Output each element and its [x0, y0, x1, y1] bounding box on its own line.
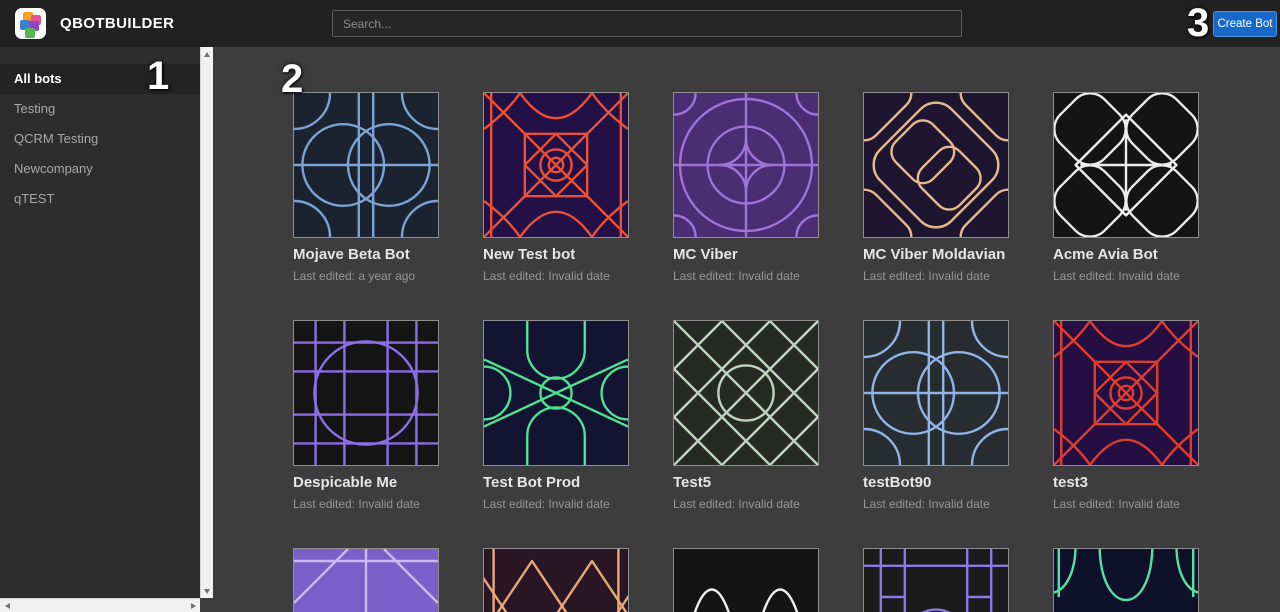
- sidebar-item-newcompany[interactable]: Newcompany: [0, 154, 200, 184]
- bot-thumbnail: [1053, 548, 1199, 612]
- bot-thumbnail: [483, 320, 629, 466]
- bot-pattern-svg: [484, 93, 628, 237]
- bot-pattern-svg: [294, 93, 438, 237]
- bot-grid-area: Mojave Beta Bot Last edited: a year ago …: [213, 47, 1280, 612]
- colored-blocks-icon: [15, 8, 46, 39]
- bot-thumbnail: [483, 92, 629, 238]
- bot-pattern-svg: [1054, 93, 1198, 237]
- bot-pattern-svg: [484, 321, 628, 465]
- bot-card[interactable]: [483, 548, 629, 612]
- bot-name: MC Viber Moldavian: [863, 246, 1009, 264]
- sidebar-item-label: Newcompany: [14, 161, 93, 176]
- bot-name: Test Bot Prod: [483, 474, 629, 492]
- bot-thumbnail: [673, 320, 819, 466]
- bot-name: Mojave Beta Bot: [293, 246, 439, 264]
- triangle-right-icon: [191, 603, 196, 609]
- bot-card[interactable]: Test Bot Prod Last edited: Invalid date: [483, 320, 629, 511]
- sidebar-item-label: qTEST: [14, 191, 54, 206]
- bot-card[interactable]: [293, 548, 439, 612]
- sidebar-item-testing[interactable]: Testing: [0, 94, 200, 124]
- triangle-up-icon: [204, 52, 210, 57]
- create-bot-button[interactable]: Create Bot: [1213, 11, 1277, 37]
- bot-card[interactable]: MC Viber Moldavian Last edited: Invalid …: [863, 92, 1009, 283]
- sidebar-item-label: QCRM Testing: [14, 131, 98, 146]
- bot-last-edited: Last edited: Invalid date: [483, 497, 629, 511]
- bot-last-edited: Last edited: Invalid date: [483, 269, 629, 283]
- bot-name: testBot90: [863, 474, 1009, 492]
- app-logo-icon[interactable]: [15, 8, 46, 39]
- sidebar-item-label: Testing: [14, 101, 55, 116]
- sidebar-item-all-bots[interactable]: All bots: [0, 64, 200, 94]
- search-input[interactable]: [332, 10, 962, 37]
- bot-pattern-svg: [674, 321, 818, 465]
- sidebar-list: All bots Testing QCRM Testing Newcompany qTE…: [0, 47, 200, 214]
- scroll-right-button[interactable]: [186, 599, 200, 612]
- bot-pattern-svg: [294, 549, 438, 612]
- sidebar-item-qcrm-testing[interactable]: QCRM Testing: [0, 124, 200, 154]
- bot-pattern-svg: [674, 549, 818, 612]
- bot-name: Despicable Me: [293, 474, 439, 492]
- bot-name: test3: [1053, 474, 1199, 492]
- bot-last-edited: Last edited: Invalid date: [673, 269, 819, 283]
- bot-name: MC Viber: [673, 246, 819, 264]
- bot-thumbnail: [483, 548, 629, 612]
- bot-last-edited: Last edited: Invalid date: [1053, 497, 1199, 511]
- bot-thumbnail: [293, 548, 439, 612]
- header: QBOTBUILDER Create Bot: [0, 0, 1280, 47]
- bot-card[interactable]: Mojave Beta Bot Last edited: a year ago: [293, 92, 439, 283]
- sidebar: All bots Testing QCRM Testing Newcompany qTE…: [0, 47, 200, 598]
- sidebar-vertical-scrollbar[interactable]: [200, 47, 213, 598]
- bot-last-edited: Last edited: a year ago: [293, 269, 439, 283]
- bot-thumbnail: [863, 92, 1009, 238]
- app-title: QBOTBUILDER: [60, 0, 174, 47]
- bot-pattern-svg: [864, 93, 1008, 237]
- bot-pattern-svg: [484, 549, 628, 612]
- bot-last-edited: Last edited: Invalid date: [863, 497, 1009, 511]
- bot-last-edited: Last edited: Invalid date: [863, 269, 1009, 283]
- bot-thumbnail: [293, 320, 439, 466]
- bot-thumbnail: [1053, 320, 1199, 466]
- bot-thumbnail: [1053, 92, 1199, 238]
- sidebar-horizontal-scrollbar[interactable]: [0, 598, 200, 612]
- bot-thumbnail: [673, 548, 819, 612]
- bot-pattern-svg: [864, 321, 1008, 465]
- bot-card[interactable]: MC Viber Last edited: Invalid date: [673, 92, 819, 283]
- bot-pattern-svg: [864, 549, 1008, 612]
- bot-card[interactable]: New Test bot Last edited: Invalid date: [483, 92, 629, 283]
- bot-name: Test5: [673, 474, 819, 492]
- bot-pattern-svg: [674, 93, 818, 237]
- bot-card[interactable]: Acme Avia Bot Last edited: Invalid date: [1053, 92, 1199, 283]
- bot-card[interactable]: [1053, 548, 1199, 612]
- sidebar-item-label: All bots: [14, 71, 62, 86]
- bot-grid: Mojave Beta Bot Last edited: a year ago …: [213, 47, 1280, 612]
- scroll-down-button[interactable]: [201, 584, 213, 598]
- bot-card[interactable]: testBot90 Last edited: Invalid date: [863, 320, 1009, 511]
- bot-thumbnail: [863, 320, 1009, 466]
- bot-last-edited: Last edited: Invalid date: [1053, 269, 1199, 283]
- triangle-left-icon: [5, 603, 10, 609]
- scroll-up-button[interactable]: [201, 47, 213, 61]
- bot-card[interactable]: test3 Last edited: Invalid date: [1053, 320, 1199, 511]
- bot-card[interactable]: [673, 548, 819, 612]
- bot-last-edited: Last edited: Invalid date: [293, 497, 439, 511]
- bot-card[interactable]: Test5 Last edited: Invalid date: [673, 320, 819, 511]
- triangle-down-icon: [204, 589, 210, 594]
- bot-thumbnail: [293, 92, 439, 238]
- bot-pattern-svg: [1054, 321, 1198, 465]
- bot-card[interactable]: Despicable Me Last edited: Invalid date: [293, 320, 439, 511]
- bot-name: Acme Avia Bot: [1053, 246, 1199, 264]
- bot-last-edited: Last edited: Invalid date: [673, 497, 819, 511]
- scroll-left-button[interactable]: [0, 599, 14, 612]
- bot-thumbnail: [863, 548, 1009, 612]
- bot-card[interactable]: [863, 548, 1009, 612]
- bot-name: New Test bot: [483, 246, 629, 264]
- bot-thumbnail: [673, 92, 819, 238]
- bot-pattern-svg: [294, 321, 438, 465]
- bot-pattern-svg: [1054, 549, 1198, 612]
- sidebar-item-qtest[interactable]: qTEST: [0, 184, 200, 214]
